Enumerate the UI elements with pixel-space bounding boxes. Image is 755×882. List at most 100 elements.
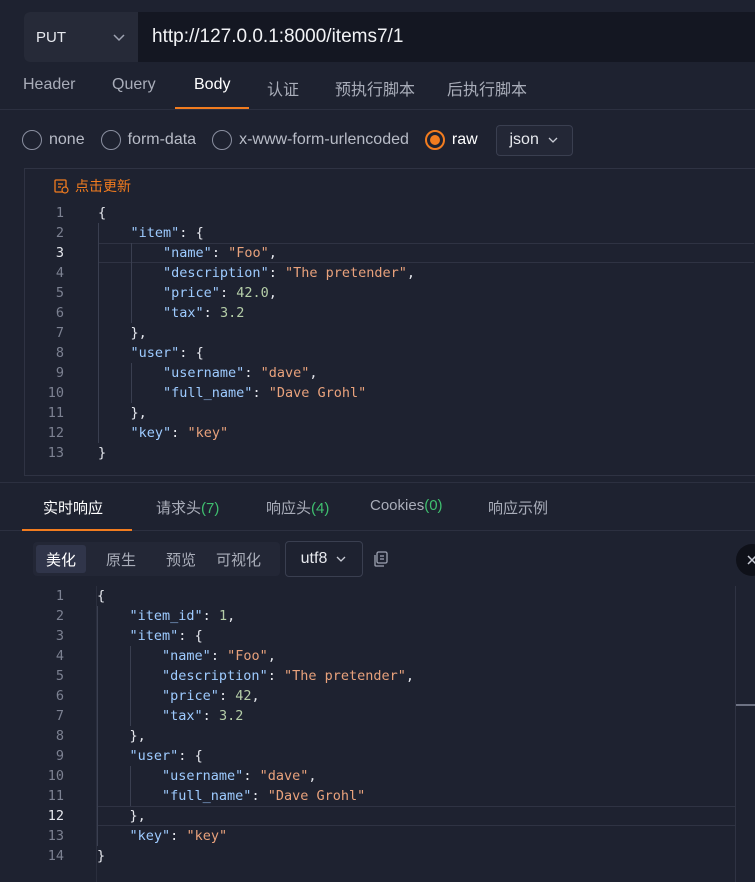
- line-number: 5: [55, 285, 64, 301]
- code-text: "user": {: [130, 345, 204, 361]
- radio-urlencoded[interactable]: x-www-form-urlencoded: [212, 130, 409, 150]
- url-bar: PUT http://127.0.0.1:8000/items7/1: [24, 12, 755, 62]
- code-line: 4 "name": "Foo",: [24, 646, 735, 666]
- code-text: },: [130, 325, 147, 341]
- radio-circle: [100, 130, 121, 150]
- tab-request-headers[interactable]: 请求头(7): [156, 497, 219, 518]
- tab-auth[interactable]: 认证: [267, 76, 299, 100]
- line-number: 11: [47, 405, 64, 421]
- radio-circle: [212, 130, 233, 150]
- request-code: 1{2 "item": {3 "name": "Foo", 4 "descript…: [24, 203, 754, 463]
- code-text: "item_id": 1,: [129, 608, 236, 624]
- code-line: 11 },: [24, 403, 754, 423]
- view-mode-segment: 美化 原生 预览 可视化: [33, 542, 280, 576]
- code-text: {: [97, 588, 106, 604]
- line-number: 14: [47, 848, 64, 864]
- tab-response-examples[interactable]: 响应示例: [488, 497, 548, 518]
- line-number: 11: [47, 788, 64, 804]
- body-type-group: none form-data x-www-form-urlencoded raw…: [22, 124, 573, 156]
- line-number: 7: [55, 325, 64, 341]
- line-number: 13: [47, 445, 64, 461]
- code-line: 2 "item_id": 1,: [24, 606, 735, 626]
- code-text: "item": {: [130, 225, 204, 241]
- code-line: 5 "price": 42.0,: [24, 283, 754, 303]
- encoding-select[interactable]: utf8: [285, 541, 363, 577]
- radio-raw[interactable]: raw: [424, 130, 478, 150]
- url-input[interactable]: http://127.0.0.1:8000/items7/1: [138, 26, 403, 48]
- body-format-select[interactable]: json: [495, 124, 573, 156]
- update-action[interactable]: 点击更新: [25, 169, 755, 203]
- scrollbar-track[interactable]: [735, 586, 736, 882]
- line-number: 4: [55, 648, 64, 664]
- close-icon: [747, 555, 755, 565]
- scrollbar-thumb[interactable]: [736, 704, 755, 706]
- update-label: 点击更新: [75, 178, 131, 194]
- code-line: 6 "price": 42,: [24, 686, 735, 706]
- chevron-down-icon: [113, 34, 125, 42]
- line-number: 2: [55, 225, 64, 241]
- code-line: 9 "user": {: [24, 746, 735, 766]
- code-line: 7 },: [24, 323, 754, 343]
- method-select[interactable]: PUT: [24, 12, 138, 62]
- code-line: 7 "tax": 3.2: [24, 706, 735, 726]
- view-visualize[interactable]: 可视化: [206, 545, 271, 573]
- code-text: "description": "The pretender",: [163, 265, 416, 281]
- indent-guide: [130, 243, 132, 323]
- indent-guide: [129, 646, 131, 726]
- line-number: 12: [47, 808, 64, 824]
- code-text: }: [98, 445, 107, 461]
- tab-post-script[interactable]: 后执行脚本: [447, 76, 527, 100]
- code-line: 10 "full_name": "Dave Grohl": [24, 383, 754, 403]
- code-line: 14}: [24, 846, 735, 866]
- radio-none[interactable]: none: [22, 130, 85, 150]
- line-number: 10: [47, 385, 64, 401]
- line-number: 1: [55, 205, 64, 221]
- view-pretty[interactable]: 美化: [36, 545, 87, 573]
- line-number: 5: [55, 668, 64, 684]
- chevron-down-icon: [336, 556, 346, 562]
- active-tab-indicator: [22, 529, 132, 531]
- indent-guide: [98, 223, 99, 443]
- tab-pre-script[interactable]: 预执行脚本: [335, 76, 415, 100]
- view-raw[interactable]: 原生: [96, 545, 146, 573]
- code-text: },: [129, 728, 146, 744]
- code-text: {: [98, 205, 107, 221]
- response-tabs: 实时响应 请求头(7) 响应头(4) Cookies(0) 响应示例: [0, 483, 755, 531]
- code-text: },: [130, 405, 147, 421]
- code-line: 3 "item": {: [24, 626, 735, 646]
- radio-form-data[interactable]: form-data: [100, 130, 196, 150]
- line-number: 1: [55, 588, 64, 604]
- close-panel-button[interactable]: [736, 544, 755, 576]
- code-text: "key": "key": [130, 425, 229, 441]
- copy-icon[interactable]: [372, 550, 390, 568]
- code-text: "full_name": "Dave Grohl": [162, 788, 366, 804]
- code-line: 11 "full_name": "Dave Grohl": [24, 786, 735, 806]
- radio-circle: [22, 130, 42, 150]
- active-tab-indicator: [175, 107, 249, 109]
- response-code: 1 {2 "item_id": 1, 3 "item": {4 "name": "F…: [24, 586, 735, 866]
- current-line-highlight: [97, 806, 735, 826]
- code-line: 5 "description": "The pretender",: [24, 666, 735, 686]
- code-text: "tax": 3.2: [162, 708, 244, 724]
- code-line: 12 "key": "key": [24, 423, 754, 443]
- tab-response-headers[interactable]: 响应头(4): [266, 497, 329, 518]
- line-number: 13: [47, 828, 64, 844]
- tab-live-response[interactable]: 实时响应: [43, 497, 103, 518]
- code-line: 6 "tax": 3.2: [24, 303, 754, 323]
- code-line: 4 "description": "The pretender",: [24, 263, 754, 283]
- tab-cookies[interactable]: Cookies(0): [370, 497, 443, 514]
- encoding-label: utf8: [300, 550, 328, 567]
- tab-body[interactable]: Body: [194, 76, 230, 94]
- line-number: 10: [47, 768, 64, 784]
- line-number: 3: [55, 628, 64, 644]
- code-text: }: [97, 848, 106, 864]
- code-text: "full_name": "Dave Grohl": [163, 385, 367, 401]
- tab-header[interactable]: Header: [23, 76, 75, 94]
- request-tabs: Header Query Body 认证 预执行脚本 后执行脚本: [0, 62, 755, 110]
- method-label: PUT: [36, 28, 66, 46]
- view-preview[interactable]: 预览: [156, 545, 206, 573]
- code-line: 9 "username": "dave",: [24, 363, 754, 383]
- line-number: 8: [55, 345, 64, 361]
- tab-query[interactable]: Query: [112, 76, 156, 94]
- code-line: 13}: [24, 443, 754, 463]
